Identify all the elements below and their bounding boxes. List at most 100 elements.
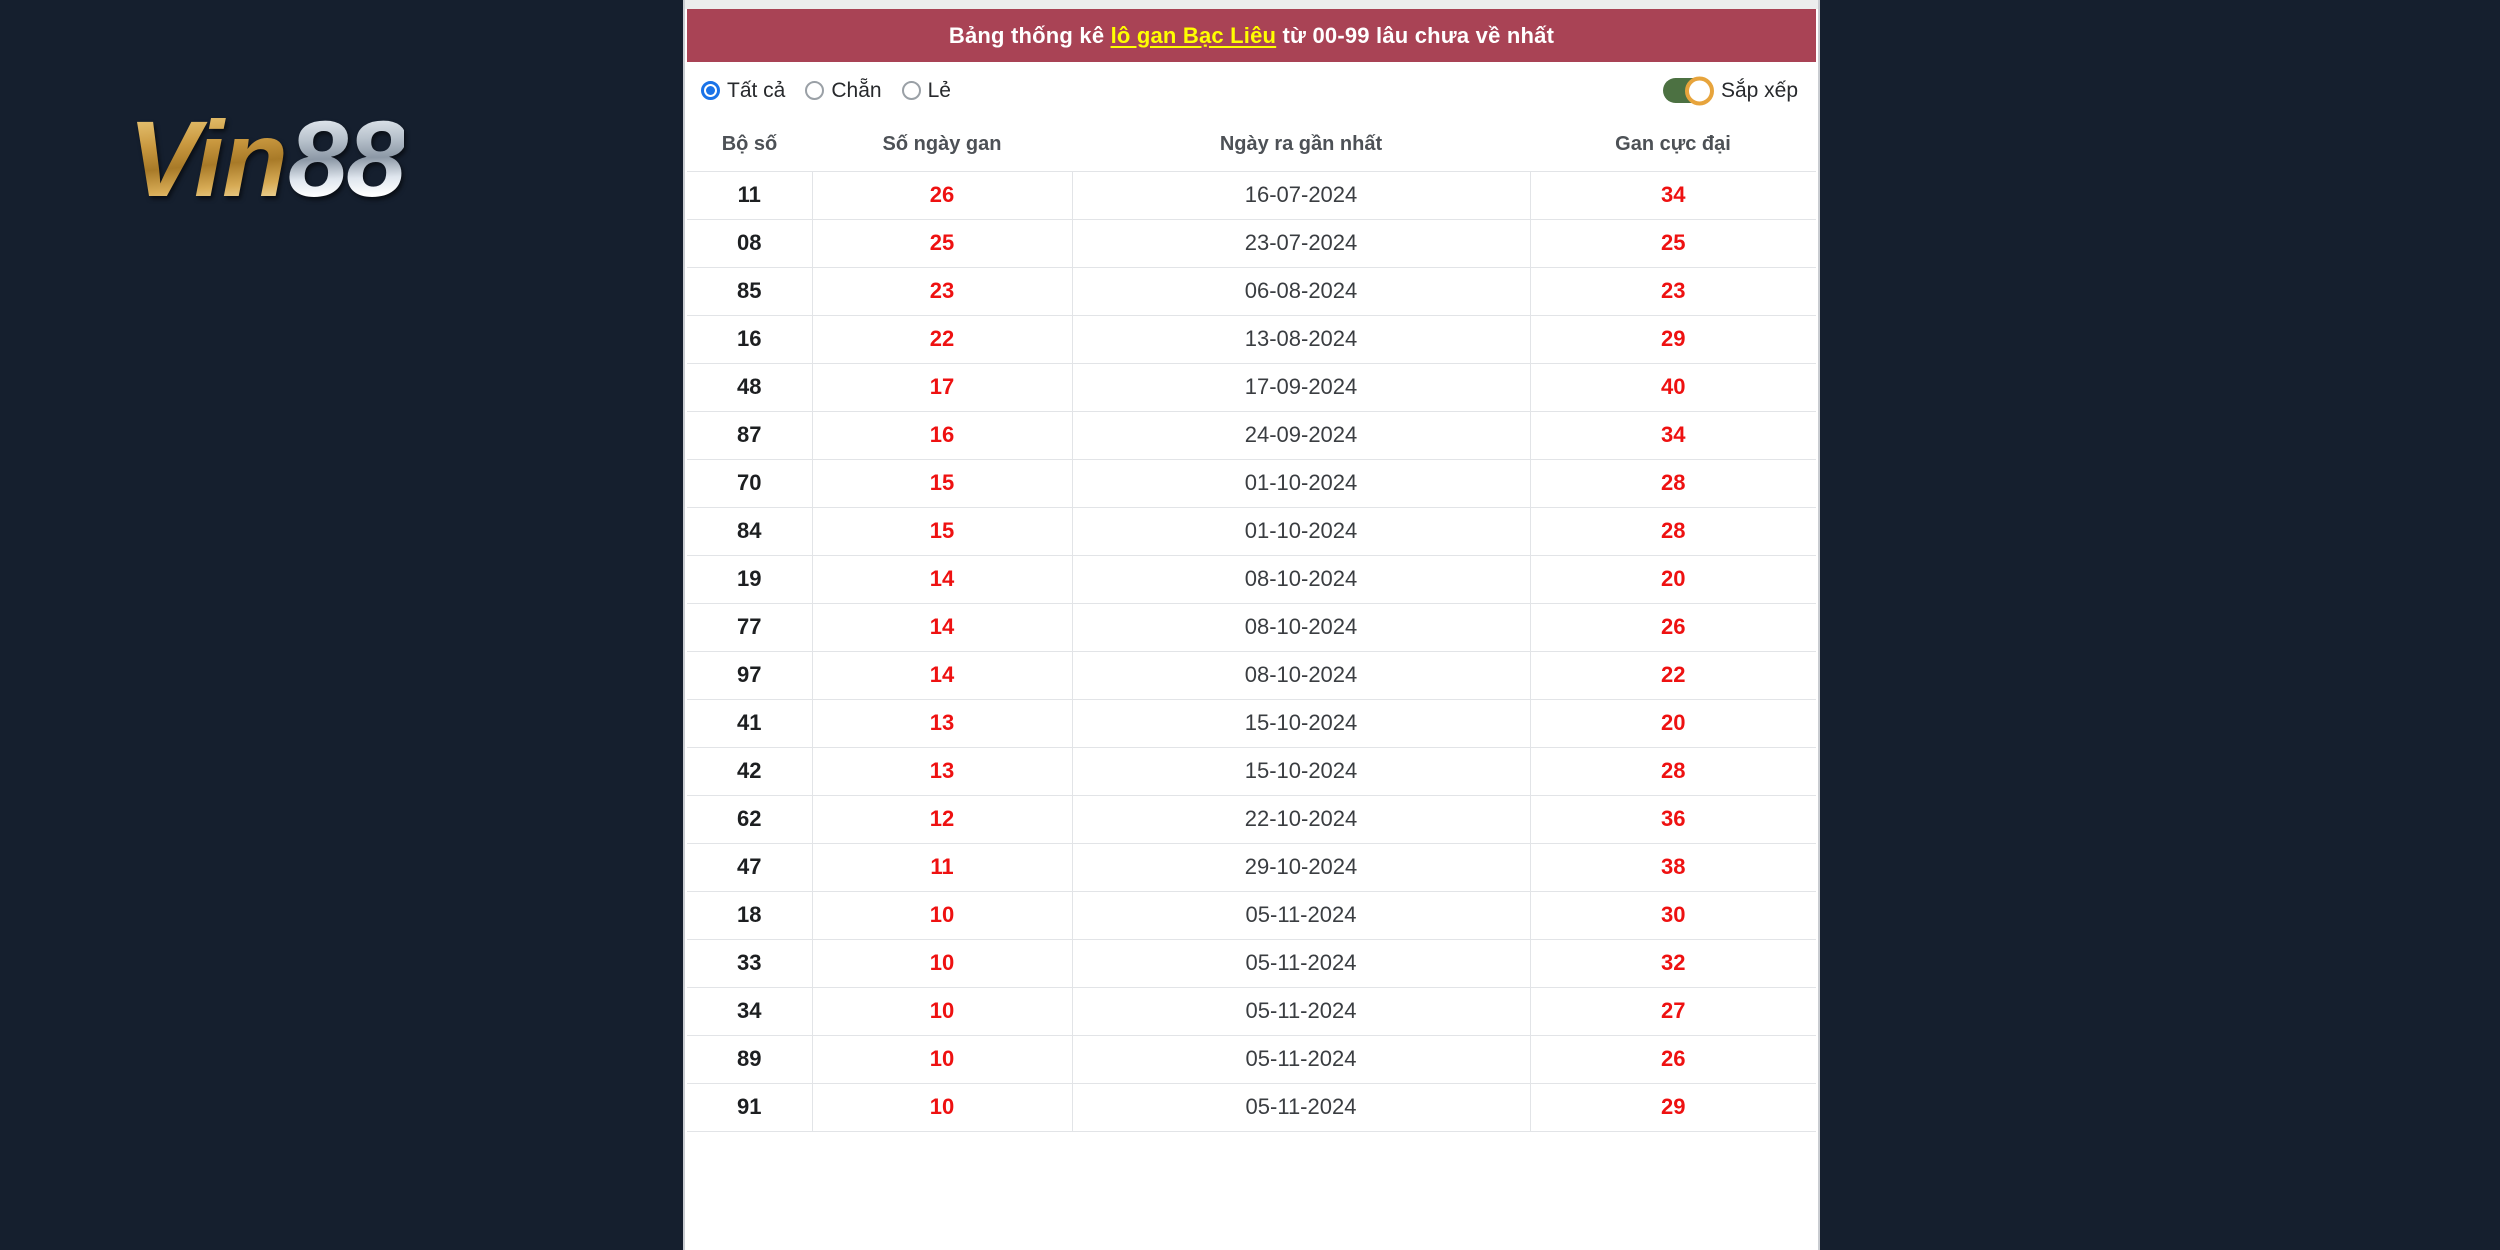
table-row: 19 14 08-10-2024 20 (687, 554, 1816, 604)
radio-button-icon[interactable] (805, 81, 825, 100)
cell-gan-cuc-dai: 29 (1529, 314, 1816, 364)
cell-gan-cuc-dai: 22 (1529, 650, 1816, 700)
sort-toggle-label: Sắp xếp (1720, 78, 1798, 102)
cell-ngay-ra-gan-nhat: 23-07-2024 (1071, 218, 1531, 268)
cell-so-ngay-gan: 14 (811, 650, 1073, 700)
cell-ngay-ra-gan-nhat: 15-10-2024 (1071, 698, 1531, 748)
cell-bo-so: 18 (687, 890, 813, 940)
cell-ngay-ra-gan-nhat: 05-11-2024 (1071, 1034, 1531, 1084)
cell-ngay-ra-gan-nhat: 17-09-2024 (1071, 362, 1531, 412)
cell-gan-cuc-dai: 30 (1529, 890, 1816, 940)
cell-gan-cuc-dai: 26 (1529, 602, 1816, 652)
cell-so-ngay-gan: 10 (811, 1082, 1073, 1132)
table-row: 62 12 22-10-2024 36 (687, 794, 1816, 844)
cell-bo-so: 89 (687, 1034, 813, 1084)
table-row: 41 13 15-10-2024 20 (687, 698, 1816, 748)
logo-text-primary: Vin (128, 98, 288, 219)
table-row: 11 26 16-07-2024 34 (687, 170, 1816, 220)
cell-ngay-ra-gan-nhat: 29-10-2024 (1071, 842, 1531, 892)
title-prefix: Bảng thống kê (948, 22, 1111, 48)
filter-radio-group: Tất cả Chẵn Lẻ (701, 79, 951, 103)
table-row: 18 10 05-11-2024 30 (687, 890, 1816, 940)
cell-bo-so: 47 (687, 842, 813, 892)
logo-text-secondary: 88 (288, 98, 406, 219)
cell-ngay-ra-gan-nhat: 01-10-2024 (1071, 506, 1531, 556)
table-row: 16 22 13-08-2024 29 (687, 314, 1816, 364)
cell-bo-so: 34 (687, 986, 813, 1036)
table-row: 34 10 05-11-2024 27 (687, 986, 1816, 1036)
cell-bo-so: 70 (687, 458, 813, 508)
table-row: 47 11 29-10-2024 38 (687, 842, 1816, 892)
filter-option-even-label: Chẵn (831, 78, 882, 102)
controls-bar: Tất cả Chẵn Lẻ Sắp xếp (685, 62, 1818, 119)
cell-bo-so: 11 (687, 170, 813, 220)
table-row: 70 15 01-10-2024 28 (687, 458, 1816, 508)
radio-button-icon[interactable] (701, 81, 720, 100)
cell-gan-cuc-dai: 36 (1529, 794, 1816, 844)
cell-so-ngay-gan: 17 (811, 362, 1073, 412)
cell-gan-cuc-dai: 34 (1529, 170, 1816, 220)
cell-so-ngay-gan: 23 (811, 266, 1073, 316)
content-panel: Bảng thống kê lô gan Bạc Liêu từ 00-99 l… (683, 0, 1820, 1250)
title-suffix: từ 00-99 lâu chưa về nhất (1276, 22, 1555, 48)
radio-button-icon[interactable] (901, 81, 921, 100)
cell-ngay-ra-gan-nhat: 24-09-2024 (1071, 410, 1531, 460)
cell-so-ngay-gan: 13 (811, 698, 1073, 748)
site-logo[interactable]: Vin88 (128, 105, 406, 213)
table-row: 77 14 08-10-2024 26 (687, 602, 1816, 652)
column-header-bo-so[interactable]: Bộ số (687, 119, 812, 171)
top-strip (685, 0, 1818, 9)
toggle-knob-icon (1684, 76, 1714, 105)
column-header-so-ngay-gan[interactable]: Số ngày gan (812, 119, 1072, 171)
cell-bo-so: 08 (687, 218, 813, 268)
cell-gan-cuc-dai: 25 (1529, 218, 1816, 268)
cell-gan-cuc-dai: 20 (1529, 554, 1816, 604)
page-root: Vin88 Bảng thống kê lô gan Bạc Liêu từ 0… (0, 0, 2500, 1250)
table-row: 08 25 23-07-2024 25 (687, 218, 1816, 268)
cell-ngay-ra-gan-nhat: 15-10-2024 (1071, 746, 1531, 796)
cell-so-ngay-gan: 10 (811, 890, 1073, 940)
cell-so-ngay-gan: 15 (811, 506, 1073, 556)
table-head: Bộ số Số ngày gan Ngày ra gần nhất Gan c… (687, 119, 1816, 171)
table-body: 11 26 16-07-2024 34 08 25 23-07-2024 25 85 23 06-0… (687, 170, 1816, 1132)
brand-sidebar: Vin88 (0, 0, 683, 1250)
table-row: 84 15 01-10-2024 28 (687, 506, 1816, 556)
cell-so-ngay-gan: 14 (811, 554, 1073, 604)
filter-option-odd[interactable]: Lẻ (901, 79, 951, 103)
cell-ngay-ra-gan-nhat: 01-10-2024 (1071, 458, 1531, 508)
cell-bo-so: 85 (687, 266, 813, 316)
cell-gan-cuc-dai: 40 (1529, 362, 1816, 412)
column-header-ngay-ra[interactable]: Ngày ra gần nhất (1072, 119, 1530, 171)
table-row: 42 13 15-10-2024 28 (687, 746, 1816, 796)
cell-bo-so: 77 (687, 602, 813, 652)
cell-ngay-ra-gan-nhat: 08-10-2024 (1071, 650, 1531, 700)
cell-so-ngay-gan: 22 (811, 314, 1073, 364)
table-row: 97 14 08-10-2024 22 (687, 650, 1816, 700)
table-row: 89 10 05-11-2024 26 (687, 1034, 1816, 1084)
cell-bo-so: 87 (687, 410, 813, 460)
cell-bo-so: 91 (687, 1082, 813, 1132)
filter-option-even[interactable]: Chẵn (805, 78, 882, 103)
stats-title-banner: Bảng thống kê lô gan Bạc Liêu từ 00-99 l… (687, 9, 1816, 62)
filter-option-all[interactable]: Tất cả (701, 79, 785, 103)
column-header-gan-cuc-dai[interactable]: Gan cực đại (1530, 119, 1816, 171)
cell-gan-cuc-dai: 20 (1529, 698, 1816, 748)
cell-ngay-ra-gan-nhat: 22-10-2024 (1071, 794, 1531, 844)
lo-gan-bac-lieu-link[interactable]: lô gan Bạc Liêu (1111, 23, 1277, 48)
cell-gan-cuc-dai: 38 (1529, 842, 1816, 892)
table-row: 91 10 05-11-2024 29 (687, 1082, 1816, 1132)
sort-toggle-switch[interactable] (1662, 76, 1714, 105)
cell-bo-so: 41 (687, 698, 813, 748)
table-row: 33 10 05-11-2024 32 (687, 938, 1816, 988)
cell-bo-so: 62 (687, 794, 813, 844)
stats-title: Bảng thống kê lô gan Bạc Liêu từ 00-99 l… (949, 23, 1554, 49)
sort-control[interactable]: Sắp xếp (1662, 76, 1798, 105)
cell-bo-so: 97 (687, 650, 813, 700)
stats-table-wrapper: Bộ số Số ngày gan Ngày ra gần nhất Gan c… (685, 119, 1818, 1132)
cell-so-ngay-gan: 13 (811, 746, 1073, 796)
cell-so-ngay-gan: 10 (811, 986, 1073, 1036)
cell-gan-cuc-dai: 26 (1529, 1034, 1816, 1084)
cell-so-ngay-gan: 10 (811, 1034, 1073, 1084)
cell-gan-cuc-dai: 28 (1529, 458, 1816, 508)
cell-ngay-ra-gan-nhat: 05-11-2024 (1071, 938, 1531, 988)
